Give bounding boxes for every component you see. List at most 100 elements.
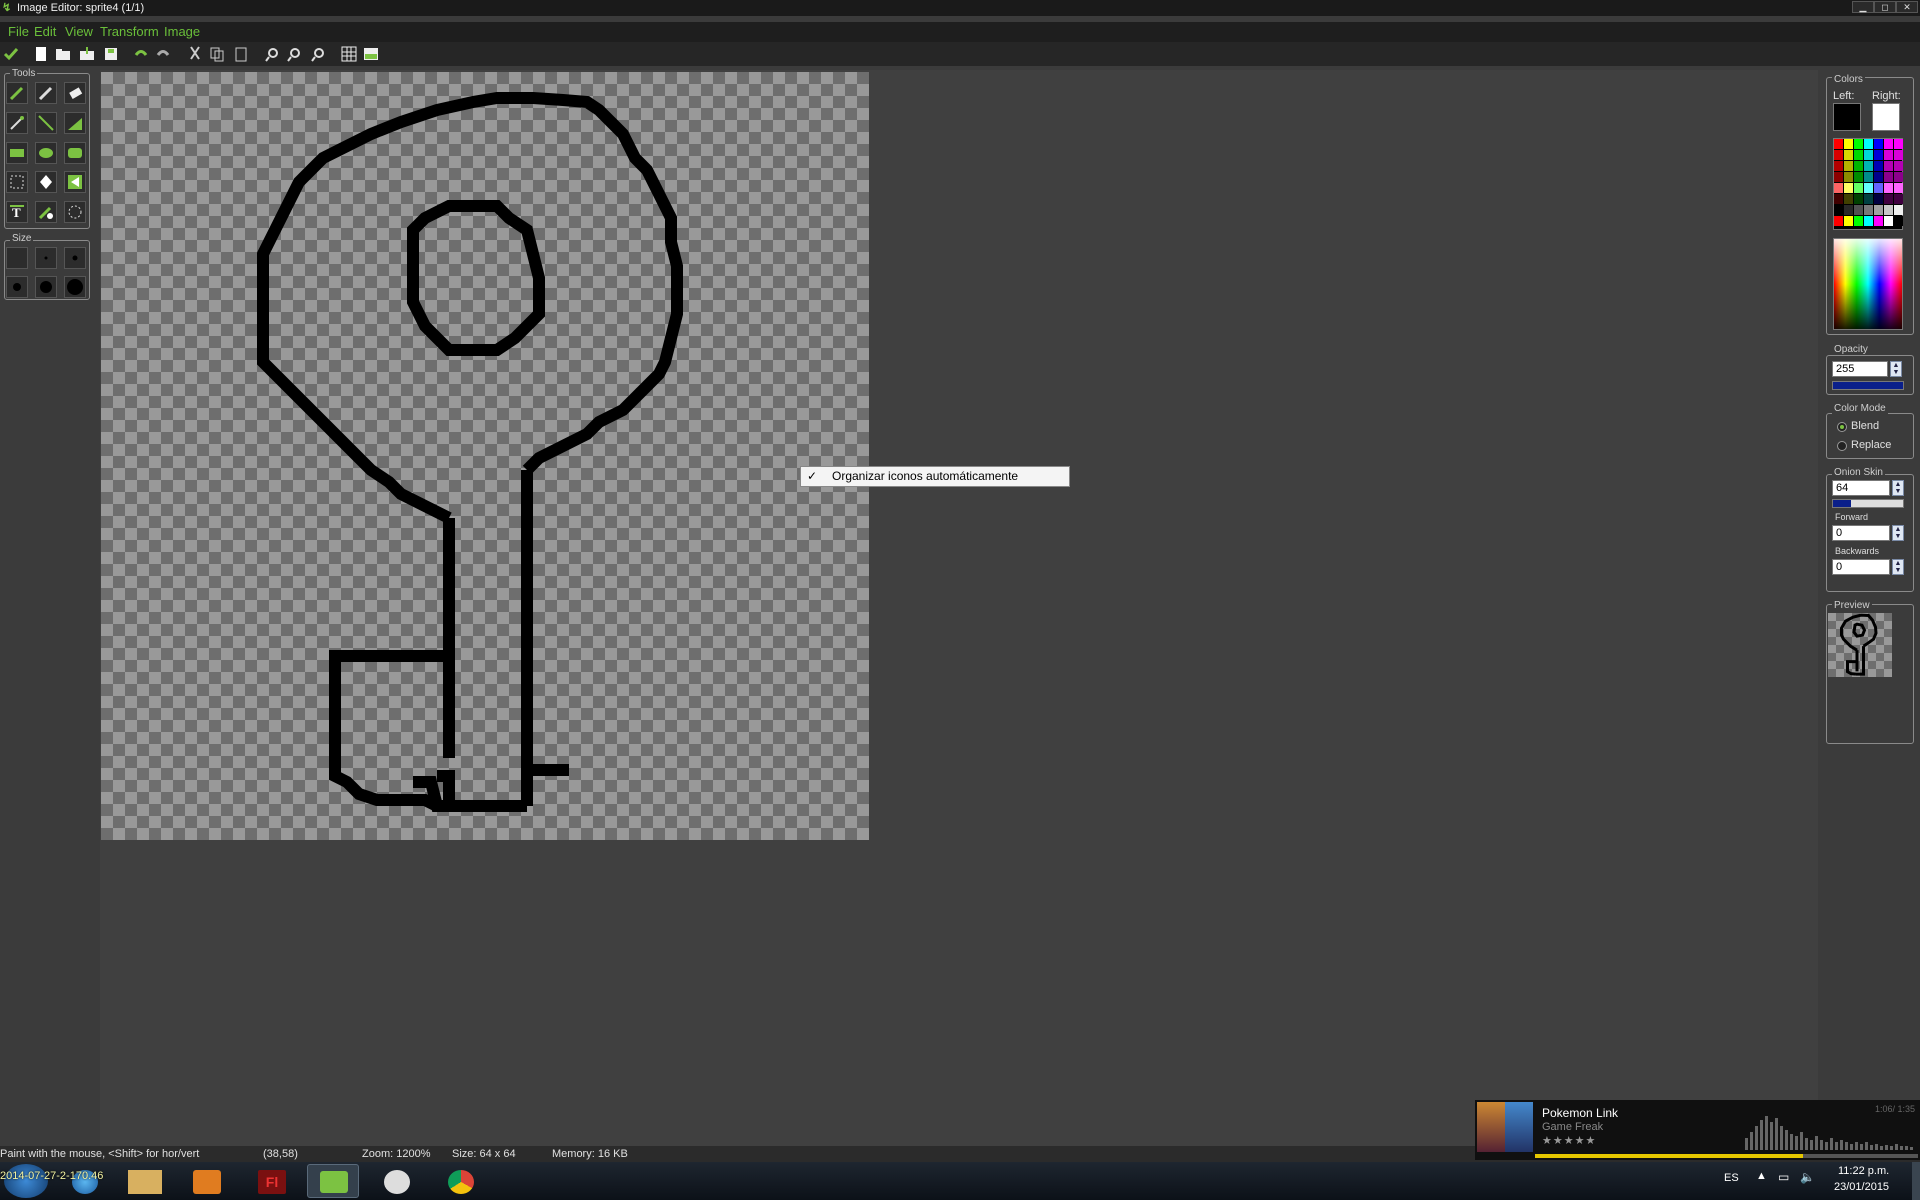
- tray-expand-icon[interactable]: ▲: [1756, 1170, 1767, 1182]
- paste-icon[interactable]: [232, 45, 250, 63]
- forward-spinner[interactable]: ▲ ▼: [1892, 525, 1904, 541]
- select-tool-icon[interactable]: [6, 171, 28, 193]
- brush-tool-icon[interactable]: [35, 82, 57, 104]
- palette-swatch[interactable]: [1854, 216, 1863, 226]
- onion-skin-input[interactable]: 64: [1832, 480, 1890, 496]
- opacity-input[interactable]: 255: [1832, 361, 1888, 377]
- palette-swatch[interactable]: [1884, 194, 1893, 204]
- palette-swatch[interactable]: [1894, 194, 1903, 204]
- palette-swatch[interactable]: [1844, 205, 1853, 215]
- palette-swatch[interactable]: [1894, 161, 1903, 171]
- chrome-icon[interactable]: [448, 1170, 474, 1194]
- palette-swatch[interactable]: [1864, 183, 1873, 193]
- show-desktop-button[interactable]: [1912, 1162, 1920, 1200]
- palette-swatch[interactable]: [1834, 183, 1843, 193]
- change-color-tool-icon[interactable]: [35, 201, 57, 223]
- cut-icon[interactable]: [186, 45, 204, 63]
- palette-swatch[interactable]: [1864, 161, 1873, 171]
- palette-swatch[interactable]: [1864, 216, 1873, 226]
- palette-swatch[interactable]: [1864, 194, 1873, 204]
- background-icon[interactable]: [362, 45, 380, 63]
- line-tool-icon[interactable]: [35, 112, 57, 134]
- ellipse-tool-icon[interactable]: [35, 142, 57, 164]
- clock-date[interactable]: 23/01/2015: [1834, 1181, 1889, 1193]
- palette-swatch[interactable]: [1884, 172, 1893, 182]
- palette-swatch[interactable]: [1884, 139, 1893, 149]
- palette-swatch[interactable]: [1884, 183, 1893, 193]
- auto-arrange-menu-item[interactable]: Organizar iconos automáticamente: [832, 467, 1018, 486]
- palette-swatch[interactable]: [1854, 139, 1863, 149]
- palette-swatch[interactable]: [1874, 194, 1883, 204]
- onion-skin-spinner[interactable]: ▲ ▼: [1892, 480, 1904, 496]
- palette-swatch[interactable]: [1884, 161, 1893, 171]
- palette-swatch[interactable]: [1854, 194, 1863, 204]
- color-spectrum[interactable]: [1833, 238, 1903, 330]
- size-4-option[interactable]: [6, 276, 28, 298]
- gamemaker-taskbar-item[interactable]: [307, 1164, 359, 1198]
- palette-swatch[interactable]: [1864, 172, 1873, 182]
- new-file-icon[interactable]: [32, 45, 50, 63]
- menu-edit[interactable]: Edit: [34, 24, 56, 39]
- import-folder-icon[interactable]: [78, 45, 96, 63]
- palette-swatch[interactable]: [1834, 194, 1843, 204]
- palette-swatch[interactable]: [1834, 161, 1843, 171]
- palette-swatch[interactable]: [1884, 205, 1893, 215]
- size-2-option[interactable]: [35, 247, 57, 269]
- palette-swatch[interactable]: [1834, 172, 1843, 182]
- palette-swatch[interactable]: [1884, 216, 1893, 226]
- palette-swatch[interactable]: [1874, 139, 1883, 149]
- palette-swatch[interactable]: [1894, 216, 1903, 226]
- magic-wand-tool-icon[interactable]: [35, 171, 57, 193]
- palette-swatch[interactable]: [1894, 139, 1903, 149]
- palette-swatch[interactable]: [1834, 205, 1843, 215]
- palette-swatch[interactable]: [1834, 216, 1843, 226]
- curve-tool-icon[interactable]: [64, 112, 86, 134]
- palette-swatch[interactable]: [1854, 161, 1863, 171]
- audio-app-icon[interactable]: [384, 1170, 410, 1194]
- save-icon[interactable]: [102, 45, 120, 63]
- media-player-icon[interactable]: [193, 1170, 221, 1194]
- backwards-input[interactable]: 0: [1832, 559, 1890, 575]
- palette-swatch[interactable]: [1874, 172, 1883, 182]
- opacity-spinner[interactable]: ▲ ▼: [1890, 361, 1902, 377]
- volume-icon[interactable]: 🔈: [1800, 1170, 1815, 1184]
- open-folder-icon[interactable]: [54, 45, 72, 63]
- palette-swatch[interactable]: [1844, 161, 1853, 171]
- music-player-widget[interactable]: Pokemon Link Game Freak ★★★★★ 1:06/ 1:35: [1475, 1100, 1920, 1160]
- eraser-tool-icon[interactable]: [64, 82, 86, 104]
- menu-image[interactable]: Image: [164, 24, 200, 39]
- zoom-out-icon[interactable]: [286, 45, 304, 63]
- palette-swatch[interactable]: [1844, 194, 1853, 204]
- copy-icon[interactable]: [208, 45, 226, 63]
- palette-swatch[interactable]: [1874, 150, 1883, 160]
- palette-swatch[interactable]: [1844, 139, 1853, 149]
- palette-swatch[interactable]: [1874, 216, 1883, 226]
- menu-transform[interactable]: Transform: [100, 24, 159, 39]
- rectangle-tool-icon[interactable]: [6, 142, 28, 164]
- zoom-in-icon[interactable]: [264, 45, 282, 63]
- text-tool-icon[interactable]: T: [6, 201, 28, 223]
- size-3-option[interactable]: [64, 247, 86, 269]
- palette-swatch[interactable]: [1864, 139, 1873, 149]
- zoom-reset-icon[interactable]: [310, 45, 328, 63]
- palette-swatch[interactable]: [1854, 205, 1863, 215]
- lasso-tool-icon[interactable]: [64, 201, 86, 223]
- confirm-check-icon[interactable]: [2, 45, 20, 63]
- palette-swatch[interactable]: [1864, 150, 1873, 160]
- backwards-spinner[interactable]: ▲ ▼: [1892, 559, 1904, 575]
- palette-swatch[interactable]: [1894, 172, 1903, 182]
- palette-swatch[interactable]: [1874, 183, 1883, 193]
- grid-icon[interactable]: [340, 45, 358, 63]
- palette-swatch[interactable]: [1844, 216, 1853, 226]
- palette-swatch[interactable]: [1834, 139, 1843, 149]
- file-explorer-icon[interactable]: [128, 1170, 162, 1194]
- palette-swatch[interactable]: [1854, 150, 1863, 160]
- menu-file[interactable]: File: [8, 24, 29, 39]
- size-6-option[interactable]: [64, 276, 86, 298]
- palette-swatch[interactable]: [1874, 205, 1883, 215]
- drawing-canvas[interactable]: [101, 72, 869, 840]
- minimize-button[interactable]: ▁: [1852, 1, 1874, 13]
- color-palette[interactable]: [1833, 138, 1903, 230]
- palette-swatch[interactable]: [1844, 183, 1853, 193]
- clock-time[interactable]: 11:22 p.m.: [1838, 1165, 1889, 1177]
